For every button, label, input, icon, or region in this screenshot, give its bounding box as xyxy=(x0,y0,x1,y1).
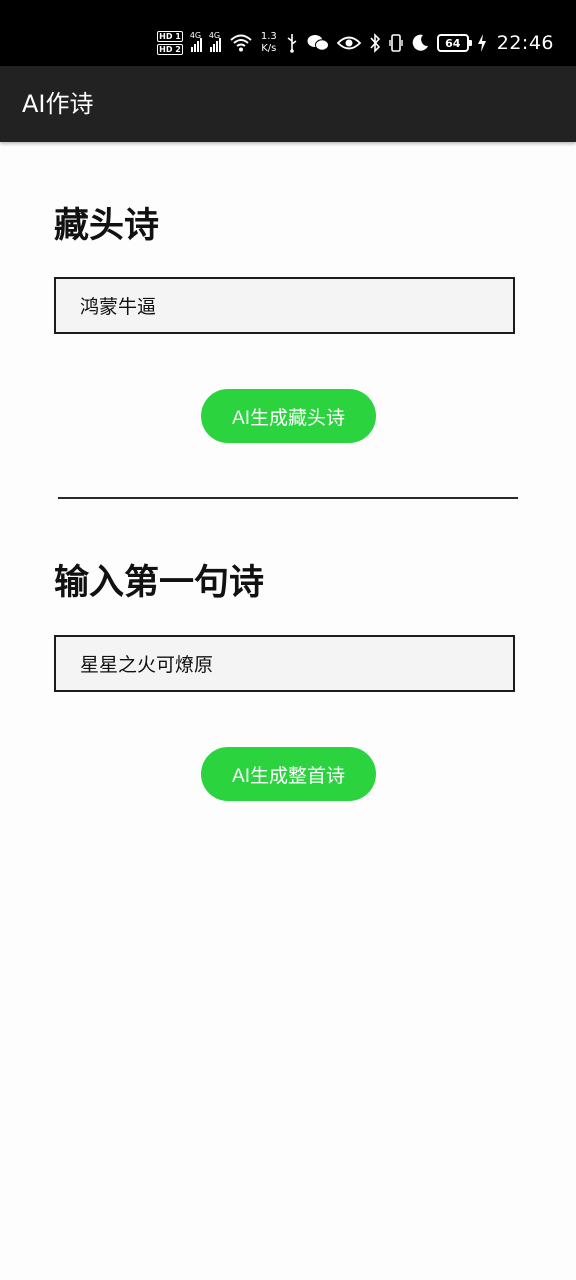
eye-icon xyxy=(336,35,361,51)
status-icons: HD 1 HD 2 4G 4G 1.3 K/s 64 22:46 xyxy=(157,26,554,60)
first-line-title: 输入第一句诗 xyxy=(54,563,265,603)
status-bar: HD 1 HD 2 4G 4G 1.3 K/s 64 22:46 xyxy=(0,0,576,66)
app-title: AI作诗 xyxy=(22,90,94,118)
acrostic-input[interactable]: 鸿蒙牛逼 xyxy=(54,277,515,334)
acrostic-title: 藏头诗 xyxy=(54,206,160,246)
sim2-label: HD 2 xyxy=(157,44,183,55)
battery-level: 64 xyxy=(445,36,461,50)
vibrate-icon xyxy=(389,33,403,53)
speed-value: 1.3 xyxy=(260,31,277,42)
bluetooth-icon xyxy=(369,33,381,53)
charging-icon xyxy=(477,34,487,52)
usb-icon xyxy=(285,33,299,53)
generate-poem-button[interactable]: AI生成整首诗 xyxy=(201,747,376,801)
first-line-input-value: 星星之火可燎原 xyxy=(80,654,214,676)
moon-icon xyxy=(411,34,429,52)
generate-acrostic-button[interactable]: AI生成藏头诗 xyxy=(201,389,376,443)
acrostic-input-value: 鸿蒙牛逼 xyxy=(80,296,157,318)
sim1-label: HD 1 xyxy=(157,31,183,42)
network-type-2: 4G xyxy=(208,31,221,40)
signal-icon-2: 4G xyxy=(208,31,221,52)
clock: 22:46 xyxy=(496,32,554,54)
network-type-1: 4G xyxy=(189,31,202,40)
wechat-icon xyxy=(307,33,329,53)
sim-indicators: HD 1 HD 2 xyxy=(157,31,183,55)
network-speed: 1.3 K/s xyxy=(261,31,277,55)
signal-icon-1: 4G xyxy=(189,31,202,52)
wifi-icon xyxy=(229,33,253,53)
speed-unit: K/s xyxy=(261,43,277,54)
first-line-input[interactable]: 星星之火可燎原 xyxy=(54,635,515,692)
app-bar: AI作诗 xyxy=(0,66,576,142)
battery-icon: 64 xyxy=(436,34,472,52)
divider xyxy=(58,497,518,499)
